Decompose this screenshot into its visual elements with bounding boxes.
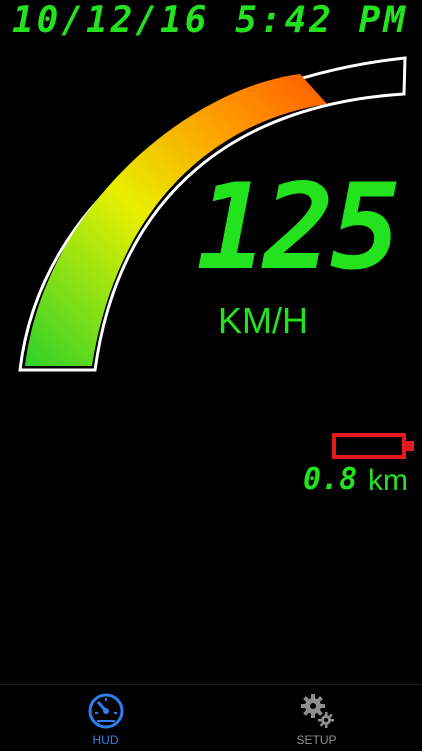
- date-display: 10/12/16: [12, 0, 210, 41]
- tab-setup[interactable]: SETUP: [211, 685, 422, 751]
- tab-setup-label: SETUP: [296, 733, 337, 747]
- battery-icon: [332, 433, 414, 459]
- tab-bar: HUD SETUP: [0, 684, 422, 751]
- speedometer-icon: [88, 693, 123, 729]
- distance-value: 0.8: [303, 462, 358, 497]
- distance-unit: km: [368, 464, 408, 497]
- time-display: 5:42 PM: [235, 0, 408, 41]
- speed-value: 125: [196, 158, 401, 296]
- speed-unit: KM/H: [218, 300, 308, 341]
- tab-hud[interactable]: HUD: [0, 685, 211, 751]
- tab-hud-label: HUD: [92, 733, 119, 747]
- gears-icon: [300, 694, 334, 728]
